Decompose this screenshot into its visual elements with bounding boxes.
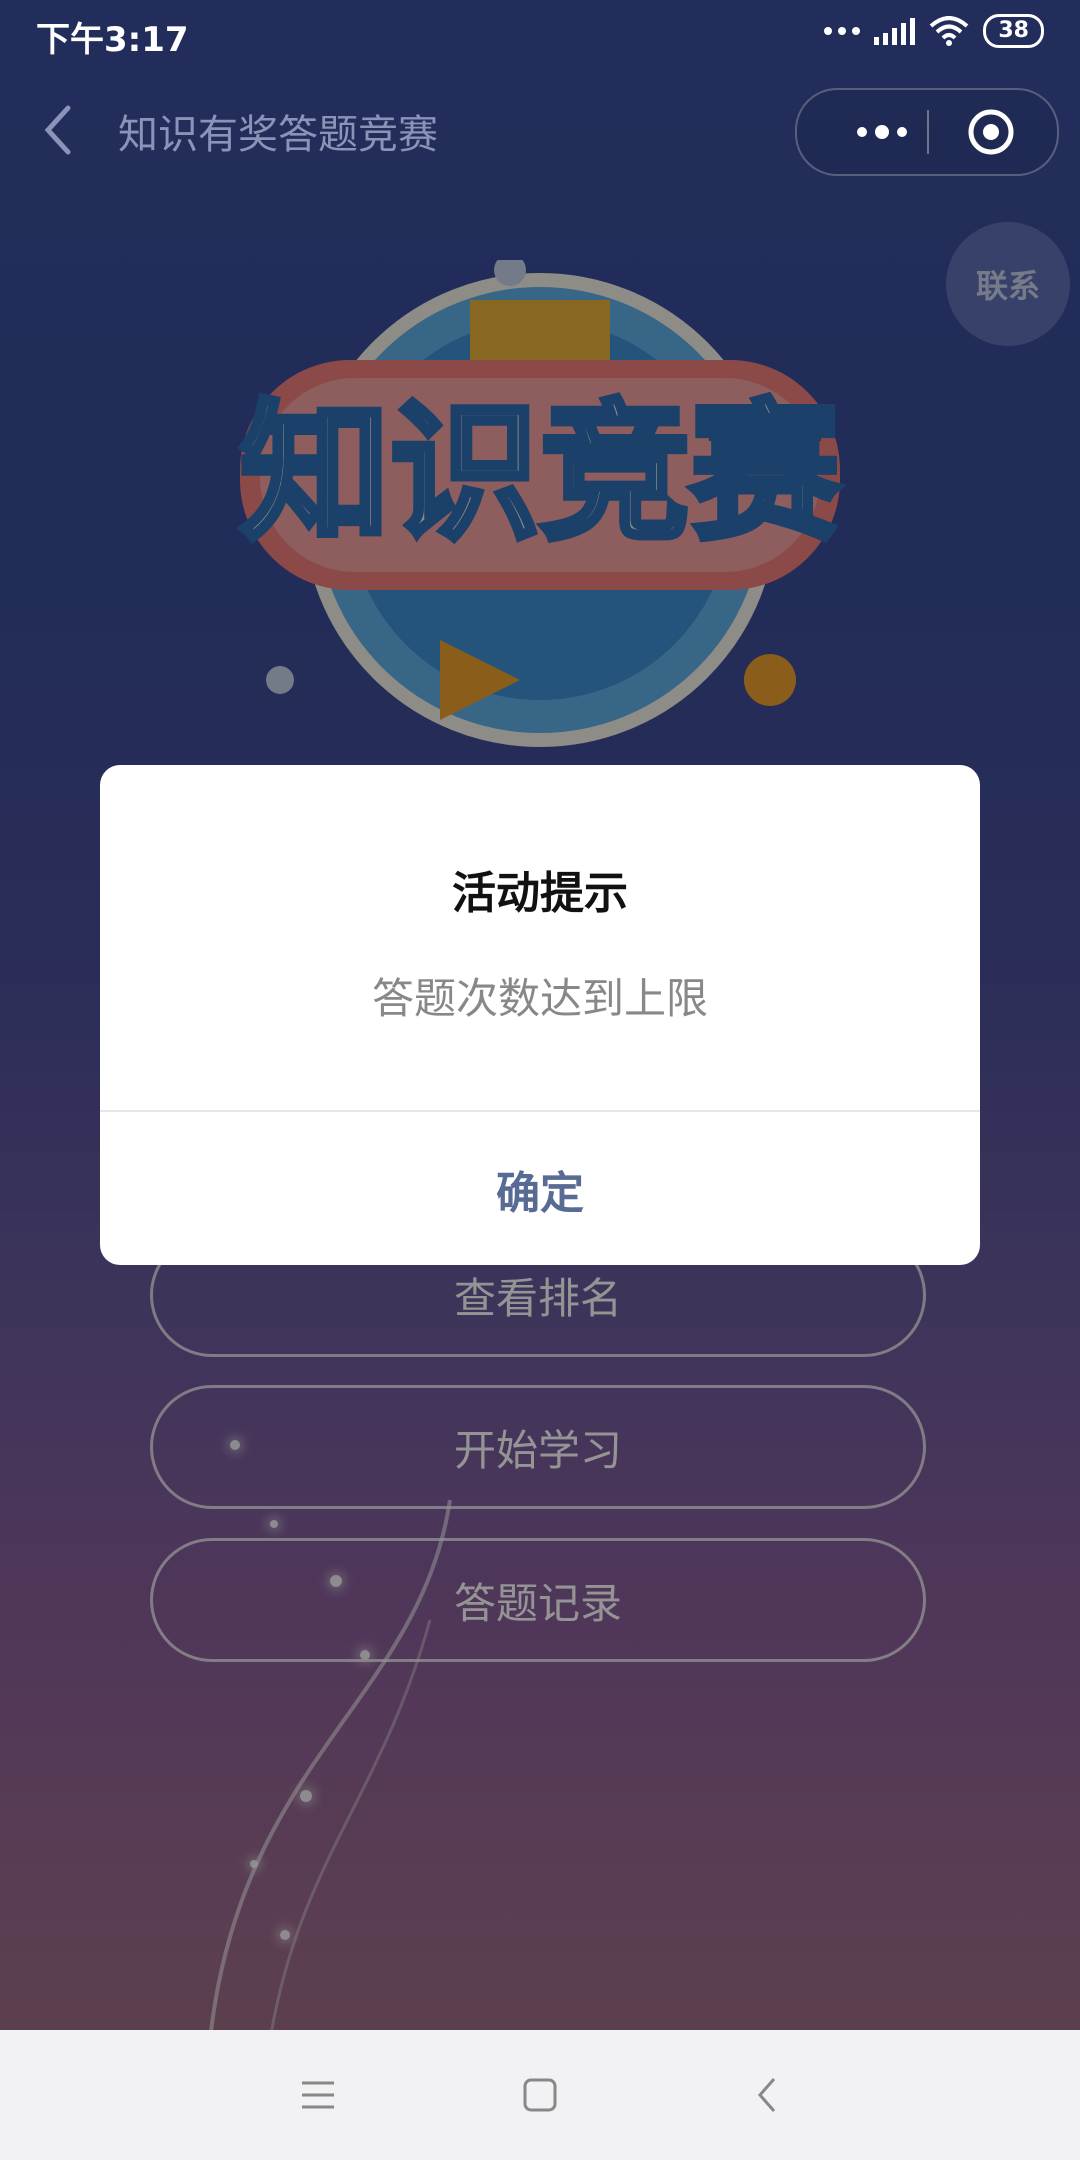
dialog-title: 活动提示 <box>452 868 628 919</box>
confirm-button[interactable]: 确定 <box>100 1112 980 1265</box>
page-title: 知识有奖答题竞赛 <box>118 112 438 158</box>
home-square-icon[interactable] <box>520 2075 560 2115</box>
target-circle-icon[interactable] <box>967 108 1015 156</box>
activity-notice-dialog: 活动提示 答题次数达到上限 确定 <box>100 765 980 1265</box>
dialog-message: 答题次数达到上限 <box>371 974 708 1023</box>
more-dots-icon <box>824 27 861 35</box>
menu-lines-icon[interactable] <box>298 2075 338 2115</box>
confirm-label: 确定 <box>496 1167 584 1219</box>
battery-icon: 38 <box>983 14 1044 48</box>
status-bar: 下午3:17 38 <box>0 0 1080 70</box>
capsule-divider <box>927 110 929 154</box>
back-chevron-icon[interactable] <box>748 2075 788 2115</box>
screen: 知识竞赛 联系 查看排名 开始学习 答题记录 下午3:17 38 知识有奖答题竞… <box>0 0 1080 2160</box>
capsule-menu <box>795 88 1059 176</box>
chevron-left-icon[interactable] <box>38 100 78 160</box>
signal-icon <box>874 17 916 45</box>
status-time: 下午3:17 <box>36 20 189 60</box>
wifi-icon <box>930 16 969 46</box>
battery-level: 38 <box>998 18 1029 43</box>
system-nav-bar <box>0 2030 1080 2160</box>
mini-program-header: 知识有奖答题竞赛 <box>0 70 1080 196</box>
more-dots-icon[interactable] <box>837 90 927 174</box>
